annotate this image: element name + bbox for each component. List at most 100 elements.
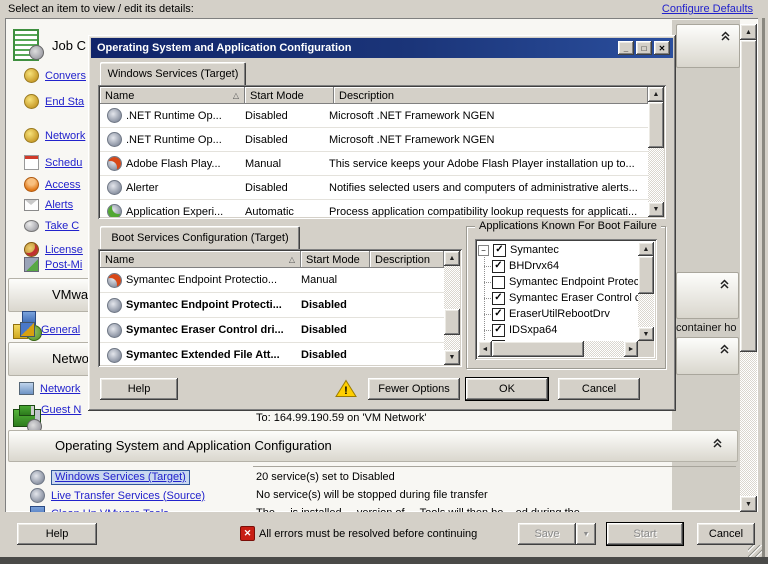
scroll-up-button[interactable]: ▲ [648,87,664,102]
table-row[interactable]: Adobe Flash Play... Manual This service … [100,152,648,176]
column-header-description[interactable]: Description [334,87,648,104]
sidebar-item-take-control[interactable]: Take C [24,220,79,232]
windows-services-link[interactable]: Windows Services (Target) [55,471,186,483]
link-general[interactable]: General [20,322,80,337]
link-network-settings[interactable]: Network [19,382,80,395]
scroll-down-button[interactable]: ▼ [638,327,654,341]
table-row[interactable]: Symantec Extended File Att... Disabled [100,343,444,365]
scroll-up-button[interactable]: ▲ [638,242,654,256]
sidebar-link-label[interactable]: License [45,244,83,256]
ok-button[interactable]: OK [466,378,548,400]
sidebar-item-post-migration[interactable]: Post-Mi [24,257,82,272]
collapse-panel-vmware[interactable] [676,272,739,319]
checkbox[interactable] [492,276,505,289]
table-row[interactable]: Symantec Endpoint Protectio... Manual [100,268,444,293]
general-link-label[interactable]: General [41,324,80,336]
sidebar-link-label[interactable]: Access [45,179,80,191]
checkbox[interactable]: ✓ [492,292,505,305]
save-dropdown-button[interactable]: ▼ [576,523,596,545]
checkbox[interactable]: ✓ [492,308,505,321]
table-row[interactable]: .NET Runtime Op... Disabled Microsoft .N… [100,128,648,152]
main-scrollbar[interactable]: ▲ ▼ [740,24,757,512]
column-header-start-mode[interactable]: Start Mode [301,251,370,268]
chevron-collapse-icon[interactable] [712,438,723,449]
sidebar-link-label[interactable]: Network [45,130,85,142]
os-row-live-transfer[interactable]: Live Transfer Services (Source) [30,488,205,503]
dialog-help-button[interactable]: Help [100,378,178,400]
sidebar-item-access[interactable]: Access [24,177,80,192]
maximize-button[interactable]: □ [636,41,652,55]
network-link-label[interactable]: Network [40,383,80,395]
configure-defaults-link[interactable]: Configure Defaults [662,3,753,15]
tree-item[interactable]: ✓ EraserUtilRebootDrv [478,306,610,322]
chevron-collapse-icon[interactable] [719,344,730,355]
sidebar-link-label[interactable]: Schedu [45,157,82,169]
column-header-start-mode[interactable]: Start Mode [245,87,334,104]
minimize-button[interactable]: _ [618,41,634,55]
sidebar-item-network[interactable]: Network [24,128,85,143]
os-row-clipped[interactable]: Clean Up VMware Tools [30,506,169,512]
chevron-collapse-icon[interactable] [720,31,731,42]
sidebar-item-end-state[interactable]: End Sta [24,94,84,109]
table-row[interactable]: Symantec Eraser Control dri... Disabled [100,318,444,343]
boot-services-scrollbar[interactable]: ▲ ▼ [444,251,460,365]
column-header-description[interactable]: Description [370,251,444,268]
dialog-titlebar[interactable]: Operating System and Application Configu… [91,38,673,58]
collapse-panel-network[interactable] [676,337,739,375]
sidebar-link-label[interactable]: Take C [45,220,79,232]
services-scrollbar[interactable]: ▲ ▼ [648,87,664,217]
checkbox[interactable]: ✓ [492,260,505,273]
clipped-row-link[interactable]: Clean Up VMware Tools [51,508,169,513]
close-button[interactable]: ✕ [654,41,670,55]
collapse-expander-icon[interactable]: − [478,245,489,256]
tree-horizontal-scrollbar[interactable]: ◄ ► [478,341,638,357]
tree-item[interactable]: ✓ Symantec Eraser Control c [478,290,638,306]
scrollbar-thumb[interactable] [492,341,584,357]
scroll-down-button[interactable]: ▼ [648,202,664,217]
table-row[interactable]: Application Experi... Automatic Process … [100,200,648,217]
column-header-name[interactable]: Name△ [100,87,245,104]
scroll-down-button[interactable]: ▼ [444,350,460,365]
fewer-options-button[interactable]: Fewer Options [368,378,460,400]
live-transfer-link[interactable]: Live Transfer Services (Source) [51,490,205,502]
dialog-cancel-button[interactable]: Cancel [558,378,640,400]
sidebar-item-schedule[interactable]: Schedu [24,155,82,170]
tab-boot-services[interactable]: Boot Services Configuration (Target) [100,226,300,249]
checkbox[interactable]: ✓ [493,244,506,257]
cancel-button[interactable]: Cancel [697,523,755,545]
sidebar-link-label[interactable]: End Sta [45,96,84,108]
guest-nic-link-label[interactable]: Guest N [41,404,81,416]
scroll-down-button[interactable]: ▼ [740,496,757,512]
scrollbar-thumb[interactable] [638,256,654,294]
tree-item[interactable]: Symantec Endpoint Protec [478,274,638,290]
sidebar-item-conversion[interactable]: Convers [24,68,86,83]
scroll-right-button[interactable]: ► [624,341,638,357]
tab-windows-services[interactable]: Windows Services (Target) [100,62,246,85]
table-row[interactable]: .NET Runtime Op... Disabled Microsoft .N… [100,104,648,128]
selected-item-box[interactable]: Windows Services (Target) [51,470,190,485]
link-guest-nic[interactable]: Guest N [19,404,81,416]
sidebar-link-label[interactable]: Post-Mi [45,259,82,271]
table-row[interactable]: Symantec Endpoint Protecti... Disabled [100,293,444,318]
scroll-left-button[interactable]: ◄ [478,341,492,357]
sidebar-item-alerts[interactable]: Alerts [24,199,73,211]
sidebar-link-label[interactable]: Alerts [45,199,73,211]
help-button[interactable]: Help [17,523,97,545]
table-row[interactable]: Alerter Disabled Notifies selected users… [100,176,648,200]
column-header-name[interactable]: Name△ [100,251,301,268]
tree-item[interactable]: ✓ BHDrvx64 [478,258,559,274]
os-row-windows-services[interactable]: Windows Services (Target) [30,470,190,485]
scroll-up-button[interactable]: ▲ [740,24,757,40]
chevron-collapse-icon[interactable] [719,279,730,290]
scrollbar-thumb[interactable] [740,40,757,352]
checkbox[interactable]: ✓ [492,324,505,337]
save-button[interactable]: Save [518,523,576,545]
tree-item[interactable]: ✓ IDSxpa64 [478,322,557,338]
sidebar-link-label[interactable]: Convers [45,70,86,82]
tree-vertical-scrollbar[interactable]: ▲ ▼ [638,242,654,341]
tree-item-root[interactable]: − ✓ Symantec [478,242,559,258]
scroll-up-button[interactable]: ▲ [444,251,460,266]
scrollbar-thumb[interactable] [648,102,664,148]
scrollbar-thumb[interactable] [444,309,460,335]
start-button[interactable]: Start [607,523,683,545]
